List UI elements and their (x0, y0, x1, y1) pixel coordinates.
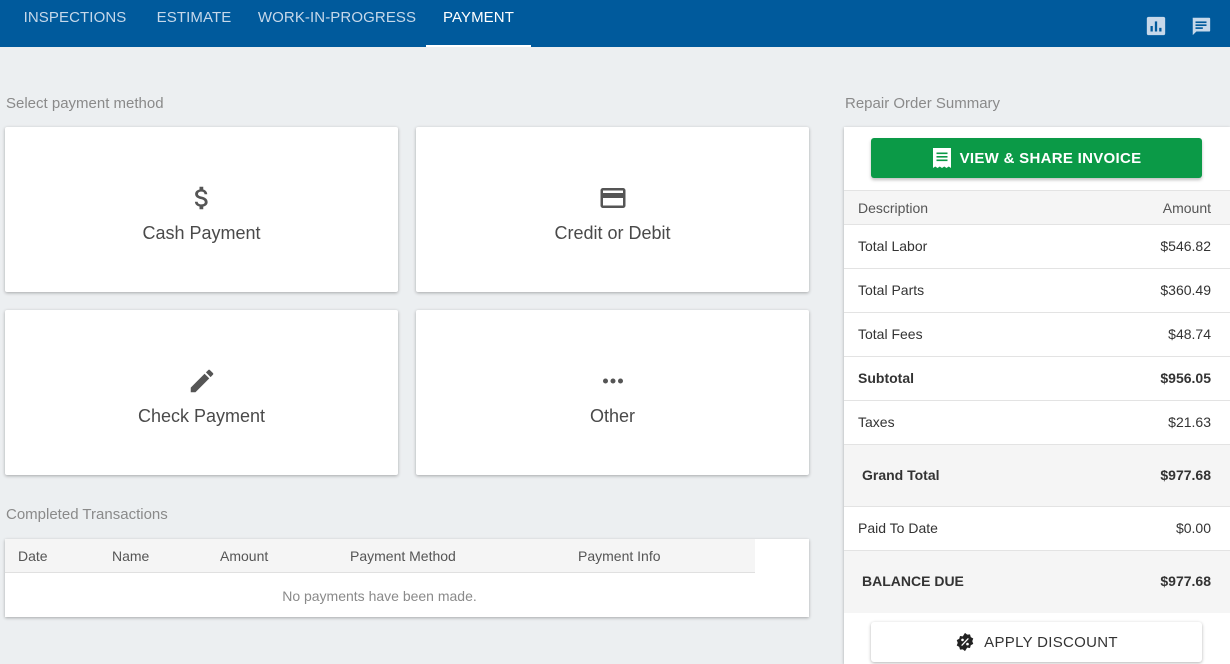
empty-transactions-message: No payments have been made. (282, 588, 477, 604)
pencil-icon (190, 369, 213, 393)
summary-row-balance-due: BALANCE DUE $977.68 (844, 550, 1230, 613)
summary-row-label: Subtotal (858, 370, 914, 386)
summary-row-amount: $977.68 (1160, 573, 1211, 589)
summary-row-label: Total Labor (858, 238, 928, 254)
summary-row-label: Grand Total (862, 467, 940, 483)
summary-row-subtotal: Subtotal $956.05 (844, 356, 1230, 401)
summary-row-amount: $956.05 (1160, 370, 1211, 386)
apply-discount-button[interactable]: APPLY DISCOUNT (871, 622, 1202, 662)
transactions-header: Date Name Amount Payment Method Payment … (5, 539, 755, 573)
summary-row-label: Total Fees (858, 326, 923, 342)
cash-payment-card[interactable]: Cash Payment (5, 127, 398, 292)
summary-row-label: BALANCE DUE (862, 573, 964, 589)
other-payment-card[interactable]: Other (416, 310, 809, 475)
check-payment-label: Check Payment (137, 406, 266, 426)
credit-debit-card[interactable]: Credit or Debit (416, 127, 809, 292)
summary-row-total-labor: Total Labor $546.82 (844, 224, 1230, 269)
receipt-icon (932, 148, 951, 168)
discount-badge-icon (956, 632, 974, 652)
view-share-invoice-button[interactable]: VIEW & SHARE INVOICE (871, 138, 1202, 178)
cash-payment-label: Cash Payment (142, 223, 261, 243)
dollar-icon (194, 186, 208, 210)
column-amount[interactable]: Amount (220, 548, 268, 564)
summary-row-amount: $360.49 (1160, 282, 1211, 298)
tab-work-in-progress[interactable]: WORK-IN-PROGRESS (252, 0, 422, 47)
summary-amount-header: Amount (1162, 200, 1211, 216)
summary-header-row: Description Amount (844, 190, 1230, 225)
top-nav-bar: INSPECTIONS ESTIMATE WORK-IN-PROGRESS PA… (0, 0, 1230, 47)
summary-row-amount: $546.82 (1160, 238, 1211, 254)
summary-row-amount: $977.68 (1160, 467, 1211, 483)
tab-inspections[interactable]: INSPECTIONS (10, 0, 140, 47)
completed-transactions-label: Completed Transactions (6, 506, 168, 523)
tab-estimate[interactable]: ESTIMATE (144, 0, 244, 47)
summary-row-amount: $21.63 (1168, 414, 1211, 430)
summary-row-grand-total: Grand Total $977.68 (844, 444, 1230, 507)
bar-chart-icon[interactable] (1145, 15, 1167, 37)
summary-row-amount: $0.00 (1175, 520, 1211, 536)
summary-row-total-parts: Total Parts $360.49 (844, 268, 1230, 313)
check-payment-card[interactable]: Check Payment (5, 310, 398, 475)
apply-discount-label: APPLY DISCOUNT (984, 633, 1118, 651)
summary-row-label: Paid To Date (858, 520, 938, 536)
more-horizontal-icon (602, 378, 623, 384)
other-payment-label: Other (589, 406, 636, 426)
credit-debit-label: Credit or Debit (554, 223, 671, 243)
column-payment-method[interactable]: Payment Method (350, 548, 456, 564)
summary-row-taxes: Taxes $21.63 (844, 400, 1230, 445)
chat-icon[interactable] (1190, 15, 1212, 37)
summary-row-total-fees: Total Fees $48.74 (844, 312, 1230, 357)
tab-payment[interactable]: PAYMENT (426, 0, 531, 47)
repair-order-summary-panel: VIEW & SHARE INVOICE Description Amount … (844, 127, 1230, 664)
summary-row-label: Taxes (858, 414, 895, 430)
summary-description-header: Description (858, 200, 929, 216)
view-share-invoice-label: VIEW & SHARE INVOICE (959, 149, 1142, 167)
payment-method-label: Select payment method (6, 95, 164, 112)
repair-order-summary-label: Repair Order Summary (845, 95, 1001, 112)
summary-row-amount: $48.74 (1168, 326, 1211, 342)
transactions-table: Date Name Amount Payment Method Payment … (5, 539, 809, 617)
column-payment-info[interactable]: Payment Info (578, 548, 661, 564)
column-date[interactable]: Date (18, 548, 48, 564)
summary-row-label: Total Parts (858, 282, 925, 298)
column-name[interactable]: Name (112, 548, 149, 564)
summary-row-paid-to-date: Paid To Date $0.00 (844, 506, 1230, 551)
credit-card-icon (600, 188, 625, 208)
